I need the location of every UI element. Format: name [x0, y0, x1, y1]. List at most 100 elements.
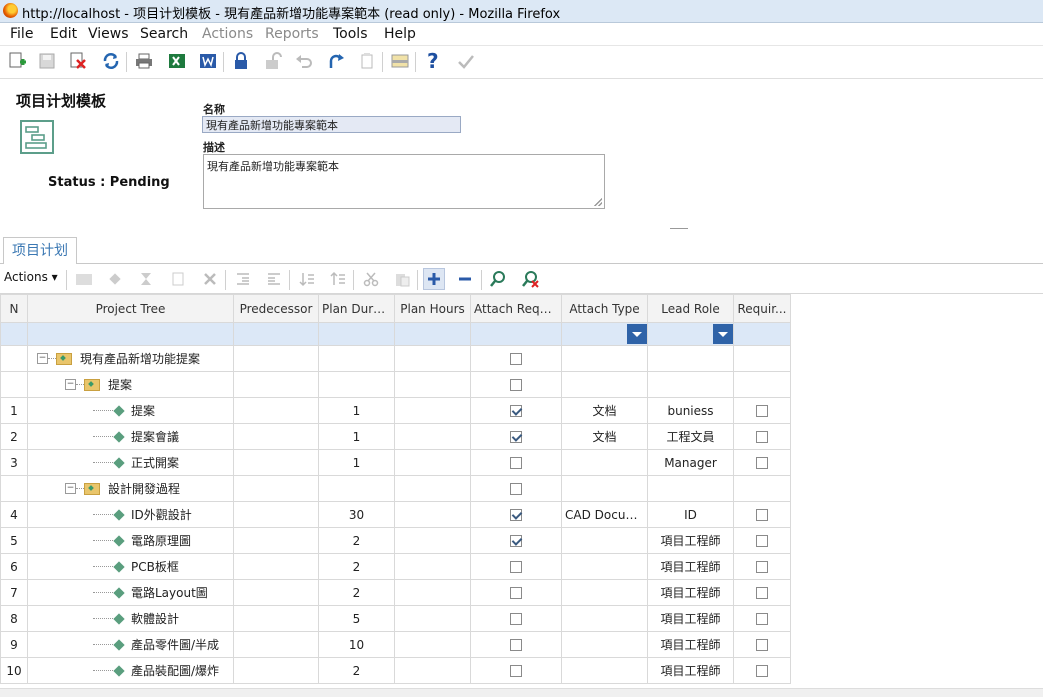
layout-icon[interactable]	[389, 50, 411, 72]
menu-edit[interactable]: Edit	[50, 26, 77, 42]
attach-type-cell[interactable]: CAD Docum...	[561, 501, 648, 528]
lead-role-cell[interactable]: buniess	[647, 397, 734, 424]
required-cell[interactable]	[733, 579, 791, 606]
filter-cell[interactable]	[394, 322, 471, 346]
required-checkbox[interactable]	[756, 587, 768, 599]
plan-duration-cell[interactable]: 30	[318, 501, 395, 528]
collapse-all-icon[interactable]	[454, 268, 476, 290]
plan-duration-cell[interactable]: 2	[318, 579, 395, 606]
attach-type-cell[interactable]: 文档	[561, 423, 648, 450]
predecessor-cell[interactable]	[233, 475, 319, 502]
plan-hours-cell[interactable]	[394, 605, 471, 632]
attach-required-checkbox[interactable]	[510, 353, 522, 365]
attach-required-cell[interactable]	[470, 553, 562, 580]
help-icon[interactable]: ?	[422, 50, 444, 72]
attach-required-cell[interactable]	[470, 501, 562, 528]
edit-icon[interactable]	[168, 268, 190, 290]
plan-duration-cell[interactable]: 2	[318, 553, 395, 580]
tree-cell[interactable]: 電路Layout圖	[27, 579, 234, 606]
excel-icon[interactable]	[166, 50, 188, 72]
required-checkbox[interactable]	[756, 431, 768, 443]
clear-search-icon[interactable]	[519, 268, 541, 290]
lead-role-cell[interactable]: 項目工程師	[647, 631, 734, 658]
required-cell[interactable]	[733, 501, 791, 528]
tree-cell[interactable]: − 設計開發過程	[27, 475, 234, 502]
collapse-toggle-icon[interactable]: −	[65, 379, 76, 390]
plan-duration-cell[interactable]	[318, 475, 395, 502]
lead-role-cell[interactable]: ID	[647, 501, 734, 528]
required-checkbox[interactable]	[756, 509, 768, 521]
required-checkbox[interactable]	[756, 457, 768, 469]
required-checkbox[interactable]	[756, 665, 768, 677]
plan-duration-cell[interactable]	[318, 371, 395, 398]
plan-hours-cell[interactable]	[394, 475, 471, 502]
done-icon[interactable]	[455, 50, 477, 72]
predecessor-cell[interactable]	[233, 527, 319, 554]
required-cell[interactable]	[733, 657, 791, 684]
attach-required-checkbox[interactable]	[510, 613, 522, 625]
plan-hours-cell[interactable]	[394, 527, 471, 554]
expand-all-icon[interactable]	[423, 268, 445, 290]
predecessor-cell[interactable]	[233, 371, 319, 398]
copy-icon[interactable]	[356, 50, 378, 72]
table-row[interactable]: − 設計開發過程	[0, 475, 791, 502]
attach-required-checkbox[interactable]	[510, 587, 522, 599]
predecessor-cell[interactable]	[233, 449, 319, 476]
menu-reports[interactable]: Reports	[265, 26, 319, 42]
table-row[interactable]: − 現有產品新增功能提案	[0, 345, 791, 372]
save-icon[interactable]	[36, 50, 58, 72]
attach-required-cell[interactable]	[470, 579, 562, 606]
plan-hours-cell[interactable]	[394, 423, 471, 450]
tree-cell[interactable]: 產品零件圖/半成	[27, 631, 234, 658]
lead-role-cell[interactable]: 項目工程師	[647, 605, 734, 632]
tree-cell[interactable]: 軟體設計	[27, 605, 234, 632]
description-field[interactable]: 現有產品新增功能專案範本	[203, 154, 605, 209]
paste-icon[interactable]	[391, 268, 413, 290]
tree-cell[interactable]: ID外觀設計	[27, 501, 234, 528]
table-row[interactable]: 5 電路原理圖 2 項目工程師	[0, 527, 791, 554]
lead-role-cell[interactable]	[647, 345, 734, 372]
attach-required-cell[interactable]	[470, 657, 562, 684]
cut-icon[interactable]	[360, 268, 382, 290]
lead-role-cell[interactable]: 項目工程師	[647, 527, 734, 554]
col-header-plan-duration[interactable]: Plan Dura...	[318, 294, 395, 323]
attach-type-cell[interactable]	[561, 371, 648, 398]
attach-required-checkbox[interactable]	[510, 483, 522, 495]
plan-duration-cell[interactable]: 1	[318, 423, 395, 450]
attach-required-cell[interactable]	[470, 631, 562, 658]
col-header-plan-hours[interactable]: Plan Hours	[394, 294, 471, 323]
new-icon[interactable]	[6, 50, 28, 72]
predecessor-cell[interactable]	[233, 657, 319, 684]
predecessor-cell[interactable]	[233, 631, 319, 658]
move-down-icon[interactable]	[296, 268, 318, 290]
required-cell[interactable]	[733, 475, 791, 502]
lead-role-cell[interactable]	[647, 371, 734, 398]
table-row[interactable]: 8 軟體設計 5 項目工程師	[0, 605, 791, 632]
refresh-icon[interactable]	[100, 50, 122, 72]
table-row[interactable]: − 提案	[0, 371, 791, 398]
remove-icon[interactable]	[199, 268, 221, 290]
filter-cell[interactable]	[733, 322, 791, 346]
required-checkbox[interactable]	[756, 535, 768, 547]
table-row[interactable]: 9 產品零件圖/半成 10 項目工程師	[0, 631, 791, 658]
tree-cell[interactable]: − 現有產品新增功能提案	[27, 345, 234, 372]
filter-cell[interactable]	[318, 322, 395, 346]
required-cell[interactable]	[733, 345, 791, 372]
tree-cell[interactable]: 產品裝配圖/爆炸	[27, 657, 234, 684]
outdent-icon[interactable]	[232, 268, 254, 290]
col-header-project-tree[interactable]: Project Tree	[27, 294, 234, 323]
filter-cell[interactable]	[470, 322, 562, 346]
tree-cell[interactable]: 提案	[27, 397, 234, 424]
milestone-icon[interactable]	[135, 268, 157, 290]
table-row[interactable]: 1 提案 1 文档 buniess	[0, 397, 791, 424]
lead-role-cell[interactable]	[647, 475, 734, 502]
plan-duration-cell[interactable]	[318, 345, 395, 372]
predecessor-cell[interactable]	[233, 345, 319, 372]
attach-type-cell[interactable]	[561, 475, 648, 502]
indent-icon[interactable]	[263, 268, 285, 290]
attach-required-cell[interactable]	[470, 397, 562, 424]
actions-dropdown[interactable]: Actions ▾	[4, 270, 58, 284]
add-folder-icon[interactable]	[73, 268, 95, 290]
unlock-icon[interactable]	[262, 50, 284, 72]
tree-cell[interactable]: 提案會議	[27, 423, 234, 450]
